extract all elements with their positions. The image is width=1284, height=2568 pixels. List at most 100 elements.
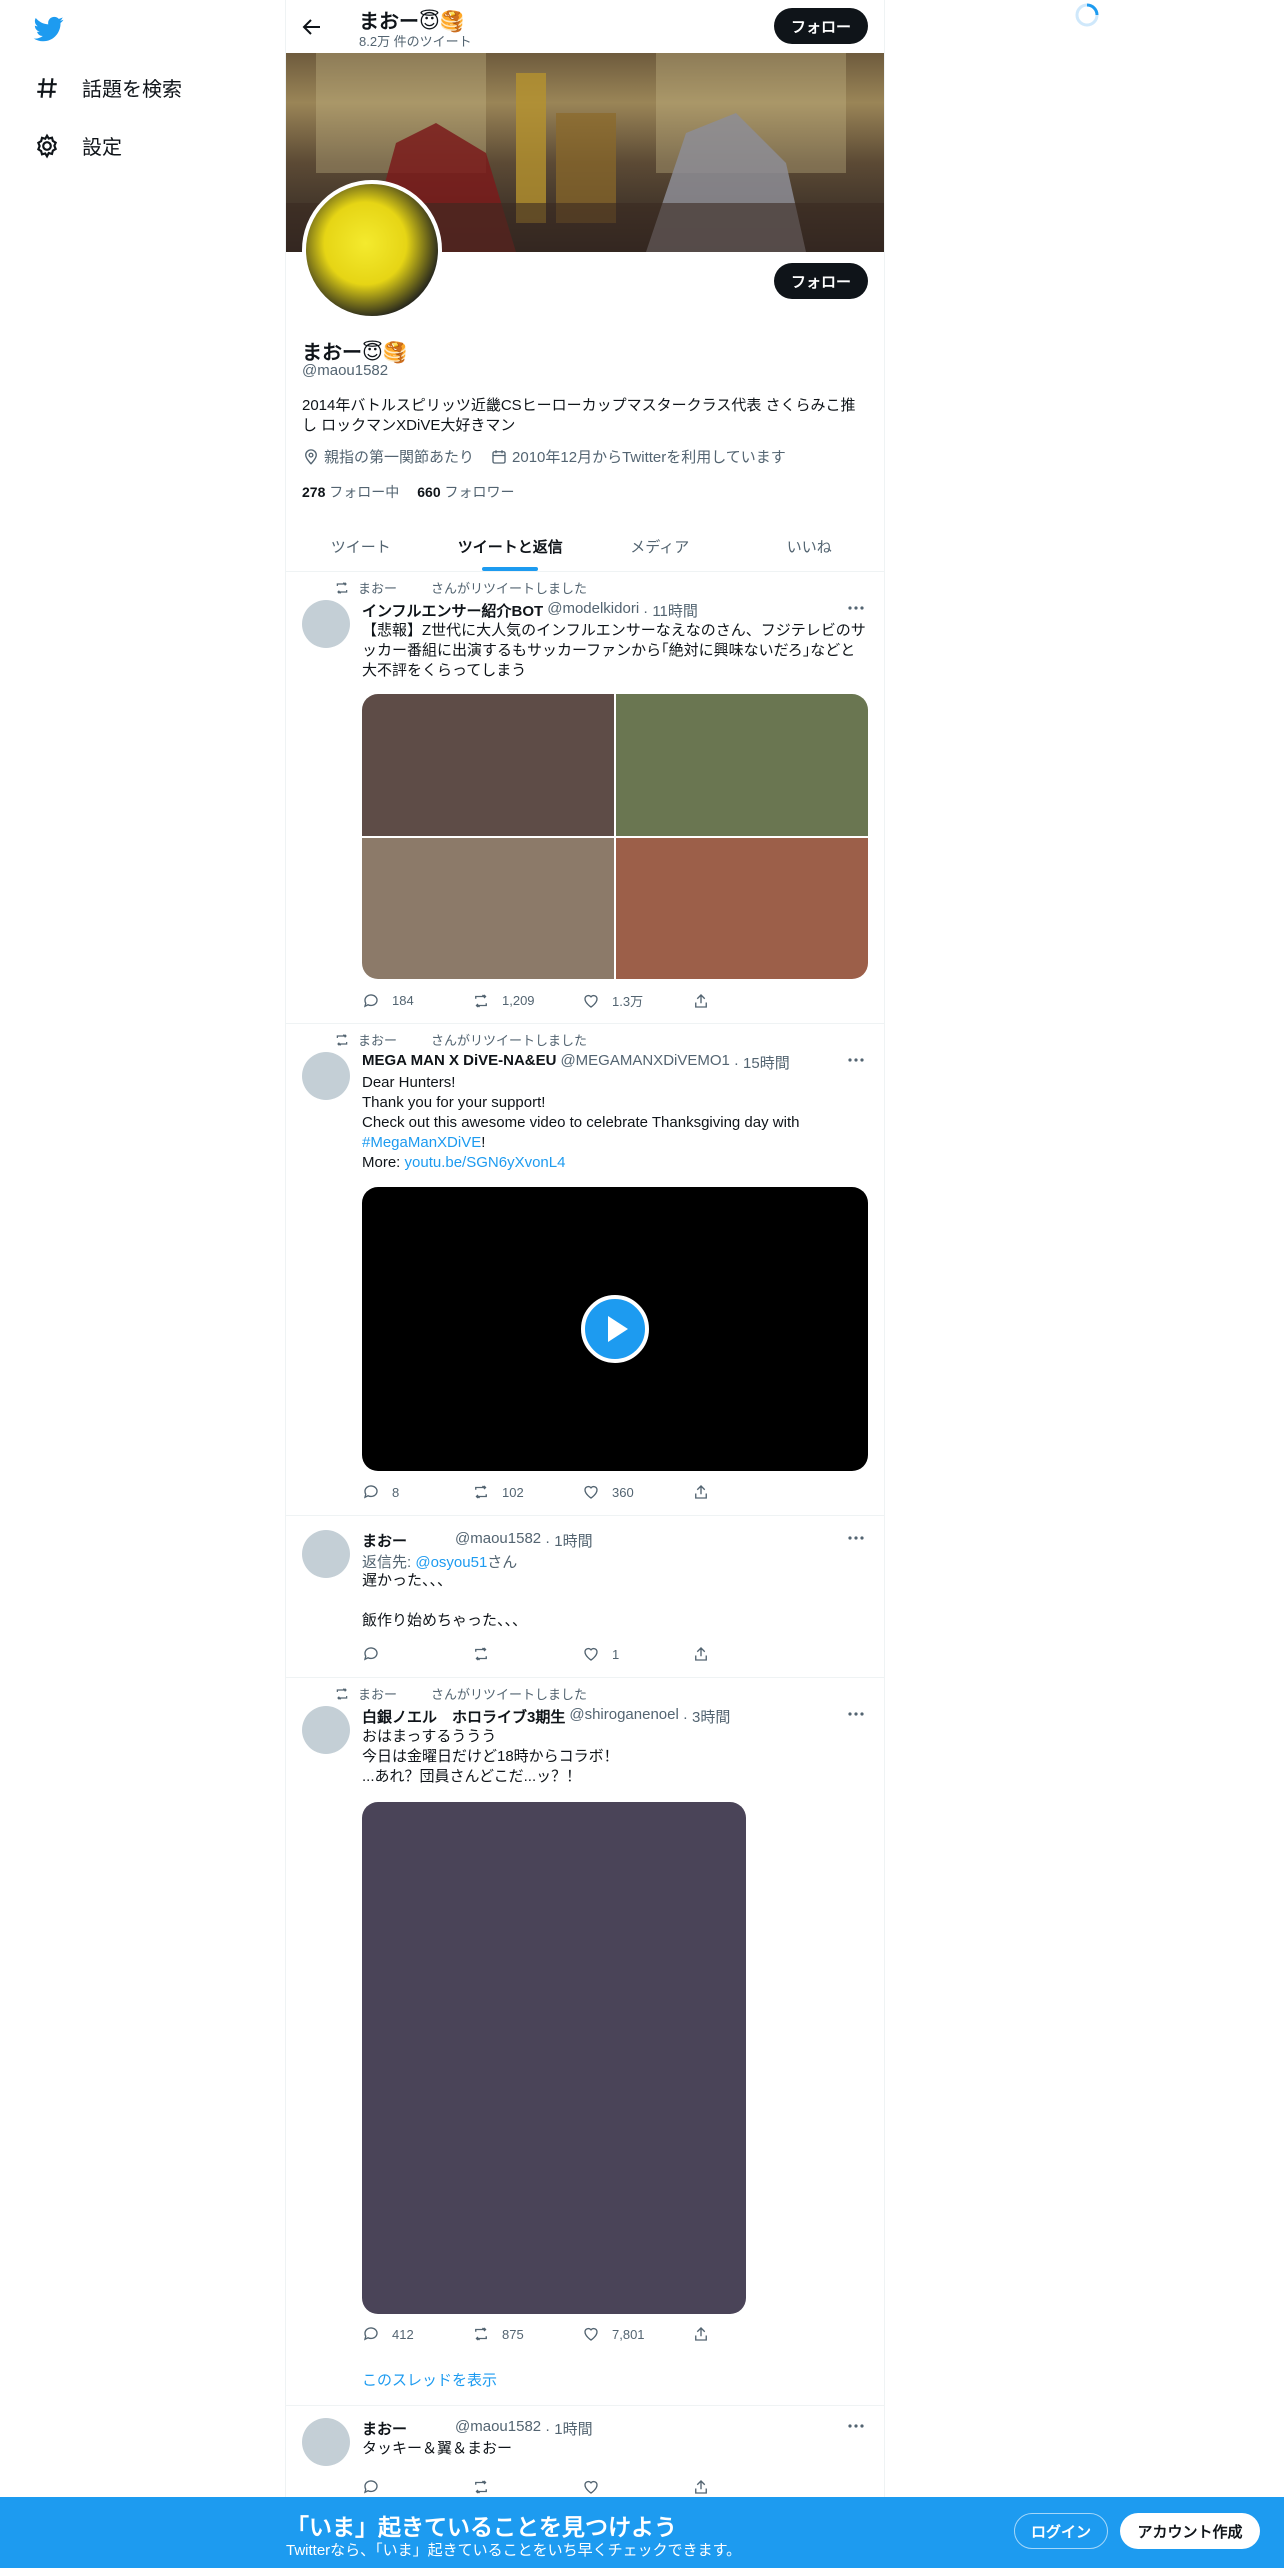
external-link[interactable]: youtu.be/SGN6yXvonL4 (405, 1154, 566, 1171)
retweet-context: まおー さんがリツイートしました (334, 578, 587, 597)
tweet-header: インフルエンサー紹介BOT @modelkidori · 11時間 (362, 600, 698, 620)
reply-icon (362, 1483, 380, 1501)
tweet-avatar[interactable] (302, 2418, 350, 2466)
location-pin-icon (302, 448, 320, 466)
tweet-header: まおー @maou1582 · 1時間 (362, 2418, 593, 2438)
retweet-button[interactable]: 875 (472, 2325, 582, 2343)
share-button[interactable] (692, 991, 802, 1010)
share-button[interactable] (692, 2478, 802, 2496)
signup-bar: 「いま」起きていることを見つけよう Twitterなら、「いま」起きていることを… (0, 2497, 1284, 2568)
twitter-logo-icon[interactable] (32, 14, 66, 44)
followers-link[interactable]: 660 フォロワー (417, 482, 514, 502)
profile-handle: @maou1582 (302, 362, 389, 379)
like-button[interactable]: 1 (582, 1645, 692, 1663)
tab-tweets-replies[interactable]: ツイートと返信 (436, 522, 586, 571)
tweet-card[interactable]: まおー さんがリツイートしました MEGA MAN X DiVE-NA&EU @ME… (286, 1024, 884, 1516)
retweet-icon (334, 1032, 350, 1048)
more-icon[interactable] (846, 1050, 866, 1070)
retweet-button[interactable] (472, 2478, 582, 2496)
signup-bar-subtitle: Twitterなら、「いま」起きていることをいち早くチェックできます。 (286, 2542, 742, 2559)
tweet-avatar[interactable] (302, 1530, 350, 1578)
retweet-icon (472, 2325, 490, 2343)
nav-settings[interactable]: 設定 (34, 131, 122, 160)
follow-button[interactable]: フォロー (774, 263, 868, 299)
login-button[interactable]: ログイン (1014, 2513, 1108, 2549)
tab-likes[interactable]: いいね (735, 522, 885, 571)
hashtag-link[interactable]: #MegaManXDiVE (362, 1134, 481, 1151)
share-button[interactable] (692, 1483, 802, 1501)
share-icon (692, 992, 710, 1010)
heart-icon (582, 1483, 600, 1501)
heart-icon (582, 992, 600, 1010)
tweet-card[interactable]: まおー @maou1582 · 1時間 タッキー＆翼＆まおー (286, 2406, 884, 2506)
back-arrow-icon[interactable] (300, 15, 324, 39)
show-thread-link[interactable]: このスレッドを表示 (362, 2369, 497, 2390)
header-tweet-count: 8.2万 件のツイート (359, 34, 472, 49)
tweet-header: まおー @maou1582 · 1時間 (362, 1530, 593, 1550)
share-button[interactable] (692, 1645, 802, 1663)
tweet-header: MEGA MAN X DiVE-NA&EU @MEGAMANXDiVEMO1 · 1… (362, 1052, 790, 1072)
retweet-icon (334, 580, 350, 596)
tab-tweets[interactable]: ツイート (286, 522, 436, 571)
signup-button[interactable]: アカウント作成 (1120, 2513, 1260, 2549)
retweet-button[interactable]: 1,209 (472, 991, 582, 1010)
profile-header-bar: まおー😇🥞 8.2万 件のツイート フォロー (286, 0, 884, 53)
header-follow-button[interactable]: フォロー (774, 8, 868, 44)
reply-button[interactable]: 8 (362, 1483, 472, 1501)
reply-button[interactable]: 412 (362, 2325, 472, 2343)
tab-media[interactable]: メディア (585, 522, 735, 571)
following-link[interactable]: 278 フォロー中 (302, 482, 399, 502)
reply-context: 返信先: @osyou51さん (362, 1554, 518, 1571)
tweet-avatar[interactable] (302, 600, 350, 648)
like-button[interactable]: 360 (582, 1483, 692, 1501)
tweet-avatar[interactable] (302, 1706, 350, 1754)
more-icon[interactable] (846, 1528, 866, 1548)
tweet-actions: 1 (362, 1645, 802, 1663)
retweet-icon (472, 1483, 490, 1501)
reply-to-link[interactable]: @osyou51 (415, 1554, 487, 1571)
media-image-4[interactable] (616, 837, 868, 979)
tweet-video[interactable] (362, 1187, 868, 1471)
reply-button[interactable] (362, 2478, 472, 2496)
share-icon (692, 2478, 710, 2496)
retweet-button[interactable]: 102 (472, 1483, 582, 1501)
loading-spinner-icon (1074, 2, 1100, 28)
profile-avatar[interactable] (302, 180, 442, 320)
media-image-3[interactable] (362, 837, 614, 979)
play-icon[interactable] (581, 1295, 649, 1363)
tweet-media-image[interactable] (362, 1802, 746, 2314)
heart-icon (582, 2478, 600, 2496)
tweet-media-grid[interactable] (362, 694, 868, 979)
tweet-actions (362, 2478, 802, 2496)
reply-button[interactable] (362, 1645, 472, 1663)
like-button[interactable] (582, 2478, 692, 2496)
tweet-card[interactable]: まおー さんがリツイートしました インフルエンサー紹介BOT @modelkidor… (286, 572, 884, 1024)
gear-icon (34, 133, 60, 159)
tweet-avatar[interactable] (302, 1052, 350, 1100)
profile-bio: 2014年バトルスピリッツ近畿CSヒーローカップマスタークラス代表 さくらみこ推… (302, 397, 856, 434)
retweet-context: まおー さんがリツイートしました (334, 1030, 587, 1049)
tweet-card[interactable]: まおー @maou1582 · 1時間 返信先: @osyou51さん 遅かった、、… (286, 1516, 884, 1678)
tweet-actions: 8 102 360 (362, 1483, 802, 1501)
retweet-context: まおー さんがリツイートしました (334, 1684, 587, 1703)
heart-icon (582, 2325, 600, 2343)
nav-explore[interactable]: 話題を検索 (34, 73, 182, 102)
like-button[interactable]: 1.3万 (582, 991, 692, 1010)
profile-joined: 2010年12月からTwitterを利用しています (512, 449, 786, 466)
retweet-icon (472, 2478, 490, 2496)
more-icon[interactable] (846, 2416, 866, 2436)
tweet-text: タッキー＆翼＆まおー (362, 2440, 513, 2457)
retweet-button[interactable] (472, 1645, 582, 1663)
nav-explore-label: 話題を検索 (82, 79, 182, 101)
reply-button[interactable]: 184 (362, 991, 472, 1010)
media-image-1[interactable] (362, 694, 614, 836)
more-icon[interactable] (846, 1704, 866, 1724)
like-button[interactable]: 7,801 (582, 2325, 692, 2343)
tweet-card[interactable]: まおー さんがリツイートしました 白銀ノエル ホロライブ3期生 @shirogane… (286, 1678, 884, 2406)
profile-meta: 親指の第一関節あたり 2010年12月からTwitterを利用しています (302, 446, 786, 467)
reply-icon (362, 2325, 380, 2343)
tweet-text: 【悲報】Z世代に大人気のインフルエンサーなえなのさん、フジテレビのサッカー番組に… (362, 622, 866, 679)
media-image-2[interactable] (616, 694, 868, 836)
share-button[interactable] (692, 2325, 802, 2343)
more-icon[interactable] (846, 598, 866, 618)
